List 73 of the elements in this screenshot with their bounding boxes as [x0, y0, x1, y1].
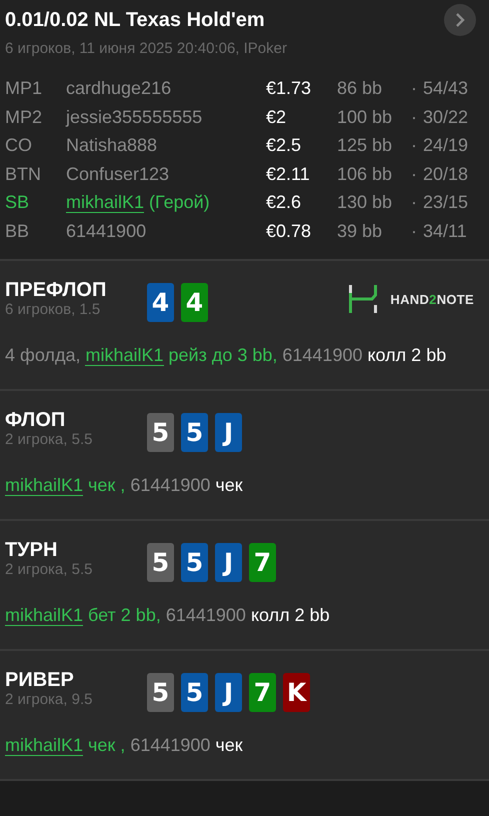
player-name: 61441900	[66, 220, 148, 242]
hero-name-link[interactable]: mikhailK1	[5, 735, 84, 756]
player-stack: €2.5	[266, 134, 302, 157]
player-position: BTN	[5, 162, 42, 186]
card: 5	[147, 673, 174, 712]
player-position: SB	[5, 191, 30, 214]
hero-name-link[interactable]: mikhailK1	[5, 605, 84, 626]
card: 5	[147, 543, 174, 582]
player-stack: €2.11	[266, 162, 311, 186]
hero-name-link[interactable]: mikhailK1	[66, 192, 144, 213]
logo-text: HAND2NOTE	[390, 292, 474, 306]
card: 4	[181, 283, 208, 322]
player-stats: 23/15	[423, 191, 470, 214]
next-button[interactable]	[444, 4, 476, 36]
card: 7	[249, 543, 276, 582]
card: 5	[181, 413, 208, 452]
hero-name-link[interactable]: mikhailK1	[5, 475, 84, 496]
street-title: ТУРН	[5, 539, 58, 561]
player-position: MP2	[5, 106, 44, 128]
player-stack-bb: 86 bb	[337, 77, 384, 100]
separator-dot: ·	[411, 77, 418, 100]
street-title: ФЛОП	[5, 409, 66, 431]
street-info: 2 игрока, 9.5	[5, 691, 94, 709]
card: J	[215, 413, 242, 452]
logo-icon	[348, 285, 378, 313]
separator-dot: ·	[411, 220, 418, 242]
hand-info: 6 игроков, 11 июня 2025 20:40:06, IPoker	[5, 39, 288, 59]
card: K	[283, 673, 310, 712]
player-name: cardhuge216	[66, 77, 172, 100]
card: 5	[147, 413, 174, 452]
player-stats: 30/22	[423, 106, 470, 128]
player-name: jessie355555555	[66, 106, 204, 129]
hand-title: 0.01/0.02 NL Texas Hold'em	[5, 8, 265, 33]
card: 4	[147, 283, 174, 322]
player-stats: 20/18	[423, 162, 470, 186]
player-stack-bb: 39 bb	[337, 220, 384, 242]
card: 5	[181, 543, 208, 582]
street-title: ПРЕФЛОП	[5, 279, 108, 301]
street-title: РИВЕР	[5, 669, 75, 691]
player-stack-bb: 106 bb	[337, 162, 394, 186]
street-info: 2 игрока, 5.5	[5, 431, 94, 449]
player-stats: 54/43	[423, 77, 470, 100]
card: 7	[249, 673, 276, 712]
action-summary: 4 фолда, mikhailK1 рейз до 3 bb, 61441900 колл 2 bb	[5, 344, 448, 368]
player-stack-bb: 130 bb	[337, 191, 394, 214]
player-stack-bb: 125 bb	[337, 134, 394, 157]
street-info: 2 игрока, 5.5	[5, 561, 94, 579]
action-summary: mikhailK1 чек , 61441900 чек	[5, 474, 244, 498]
player-stack: €1.73	[266, 77, 312, 100]
separator-dot: ·	[411, 106, 418, 128]
player-stats: 24/19	[423, 134, 470, 157]
player-position: MP1	[5, 77, 44, 100]
hero-name-link[interactable]: mikhailK1	[85, 345, 164, 366]
separator-dot: ·	[411, 162, 418, 186]
card: J	[215, 673, 242, 712]
player-name: Natisha888	[66, 134, 158, 157]
player-stack: €2	[266, 106, 288, 128]
player-position: BB	[5, 220, 30, 242]
player-stats: 34/11	[423, 220, 468, 242]
street-info: 6 игроков, 1.5	[5, 301, 102, 319]
player-stack-bb: 100 bb	[337, 106, 394, 128]
card: J	[215, 543, 242, 582]
player-position: CO	[5, 134, 33, 157]
player-name: mikhailK1 (Герой)	[66, 191, 211, 215]
action-summary: mikhailK1 чек , 61441900 чек	[5, 734, 244, 758]
card: 5	[181, 673, 208, 712]
player-name: Confuser123	[66, 162, 170, 186]
action-summary: mikhailK1 бет 2 bb, 61441900 колл 2 bb	[5, 604, 331, 628]
player-stack: €2.6	[266, 191, 302, 214]
chevron-right-icon	[455, 13, 465, 27]
separator-dot: ·	[411, 134, 418, 157]
separator-dot: ·	[411, 191, 418, 214]
player-stack: €0.78	[266, 220, 312, 242]
